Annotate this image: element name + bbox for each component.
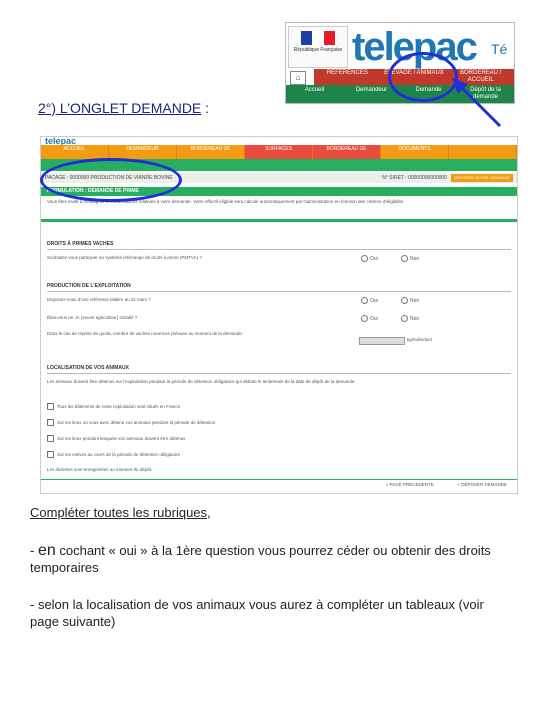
- tab-depot[interactable]: Dépôt de la demande: [457, 85, 514, 103]
- checkbox-localisation-4[interactable]: Sur les estives au cours de la période d…: [47, 451, 180, 458]
- shot-orange-nav: ACCUEIL DEMANDEUR BORDEREAU DE SURFACES …: [41, 145, 517, 159]
- republique-label: République Française: [293, 47, 343, 53]
- block-production-rule: [47, 291, 511, 292]
- highlight-circle-demande-tab: [388, 52, 458, 102]
- block-production-title: PRODUCTION DE L'EXPLOITATION: [47, 283, 131, 289]
- block-localisation-title: LOCALISATION DE VOS ANIMAUX: [47, 365, 129, 371]
- nav-references[interactable]: RÉFÉRENCES: [314, 69, 381, 85]
- question-nombre-vaches: Dans le cas de reprise de quota, nombre …: [47, 331, 245, 336]
- radio-echange-oui[interactable]: Oui: [361, 255, 378, 262]
- home-icon[interactable]: ⌂: [290, 71, 306, 85]
- input-nombre-vaches[interactable]: [359, 337, 405, 345]
- link-deposer-demande[interactable]: DÉPOSER DEMANDE: [458, 482, 507, 488]
- shot-top-logo: telepac: [41, 137, 517, 146]
- instruction-3: - selon la localisation de vos animaux v…: [30, 597, 484, 629]
- telepac-logo-tail: Té: [491, 41, 508, 57]
- republique-logo: République Française: [288, 26, 348, 68]
- radio-ja-non[interactable]: Non: [401, 315, 419, 322]
- checkbox-localisation-1[interactable]: Tous les bâtiments de votre exploitation…: [47, 403, 180, 410]
- shot-nav-documents[interactable]: DOCUMENTS: [381, 145, 449, 159]
- localisation-intro: Les animaux doivent être détenus sur l'e…: [47, 379, 356, 384]
- radio-ja-oui[interactable]: Oui: [361, 315, 378, 322]
- shot-nav-demandeur[interactable]: DEMANDEUR: [109, 145, 177, 159]
- block-localisation-rule: [47, 373, 511, 374]
- radio-echange-non[interactable]: Non: [401, 255, 419, 262]
- question-reference-laitiere: Disposez-vous d'une référence laitière a…: [47, 297, 151, 302]
- section-title: 2°) L’ONGLET DEMANDE :: [38, 100, 209, 116]
- shot-footnote: Les données sont enregistrées au moment …: [47, 467, 153, 472]
- highlight-circle-pacage: [40, 158, 182, 202]
- shot-nav-surfaces[interactable]: SURFACES: [245, 145, 313, 159]
- shot-footer-rule: [41, 479, 517, 480]
- checkbox-localisation-3[interactable]: Sur les lieux pendant lesquels vos anima…: [47, 435, 185, 442]
- block-droits-rule: [47, 249, 511, 250]
- shot-depot-button[interactable]: DÉPOSER VOTRE DEMANDE: [451, 174, 513, 182]
- tab-accueil[interactable]: Accueil: [286, 85, 343, 103]
- input-unit: kg/individuel: [407, 337, 432, 342]
- link-page-precedente[interactable]: PAGE PRÉCÉDENTE: [386, 482, 434, 488]
- shot-nav-bordereau-2[interactable]: BORDEREAU DE: [313, 145, 381, 159]
- shot-siret: N° SIRET : 00000000000000: [382, 175, 447, 181]
- shot-nav-accueil[interactable]: ACCUEIL: [41, 145, 109, 159]
- shot-divider: [41, 219, 517, 222]
- shot-nav-bordereau-1[interactable]: BORDEREAU DE: [177, 145, 245, 159]
- checkbox-localisation-2[interactable]: Sur les lieux où vous avez détenu vos an…: [47, 419, 215, 426]
- question-ja: Êtes-vous un JA (Jeune agriculteur) inst…: [47, 315, 138, 320]
- french-flag-icon: [301, 31, 335, 45]
- radio-laitiere-non[interactable]: Non: [401, 297, 419, 304]
- instruction-2: - en cochant « oui » à la 1ère question …: [30, 542, 491, 575]
- radio-laitiere-oui[interactable]: Oui: [361, 297, 378, 304]
- shot-nav-empty: [449, 145, 517, 159]
- section-title-colon: :: [205, 100, 210, 116]
- section-title-text: 2°) L’ONGLET DEMANDE: [38, 100, 202, 116]
- shot-footer-links: PAGE PRÉCÉDENTE DÉPOSER DEMANDE: [386, 482, 507, 488]
- block-droits-title: DROITS À PRIMES VACHES: [47, 241, 114, 247]
- instruction-1: Compléter toutes les rubriques,: [30, 505, 211, 520]
- question-echange-droits: Souhaitez-vous participer au système d'é…: [47, 255, 202, 260]
